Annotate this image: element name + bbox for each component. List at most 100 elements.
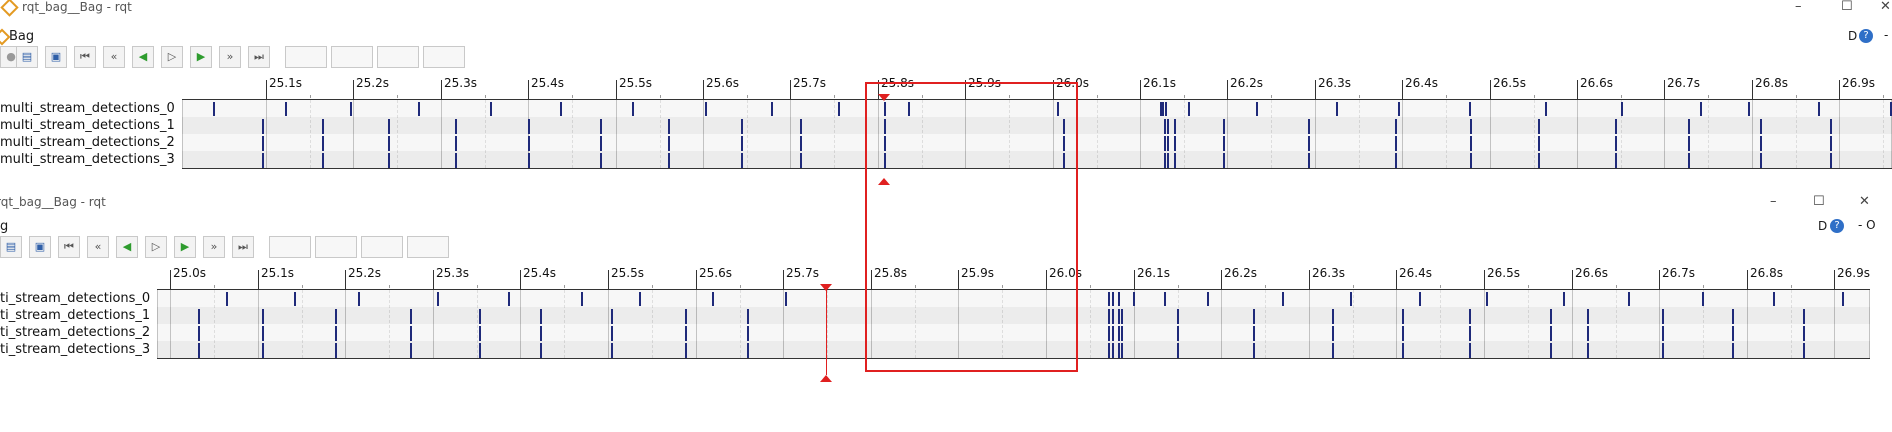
fastforward-icon: » [226,50,234,63]
time-tick-label: 26.8s [1750,266,1783,280]
message-mark [1760,153,1762,168]
message-mark [540,343,542,358]
options-button[interactable]: - [1884,28,1888,42]
time-tick-label: 26.4s [1405,76,1438,90]
rewind-icon: « [110,50,118,63]
message-mark [350,102,352,116]
close-button[interactable]: ✕ [1880,0,1891,14]
window-title: rqt_bag__Bag - rqt [0,195,106,209]
begin-icon: ⏮ [80,50,90,63]
message-mark [1395,119,1397,134]
end-button[interactable]: ⏭ [232,236,254,258]
topic-label: multi_stream_detections_3 [0,152,175,167]
dock-button[interactable]: D [1818,219,1827,233]
message-mark [1662,326,1664,341]
message-mark [1760,136,1762,151]
message-mark [262,343,264,358]
fastforward-icon: » [210,240,218,253]
save-button[interactable]: ▤ [16,46,38,68]
message-mark [1662,309,1664,324]
message-mark [262,153,264,168]
toolbar-field[interactable] [269,236,311,258]
toolbar-field[interactable] [423,46,465,68]
maximize-button[interactable]: ☐ [1841,0,1853,14]
toolbar-field[interactable] [315,236,357,258]
message-mark [455,153,457,168]
message-mark [1563,292,1565,306]
message-mark [668,136,670,151]
maximize-button[interactable]: ☐ [1813,194,1825,209]
message-mark [455,119,457,134]
back-icon: ◀ [122,240,132,253]
playhead-bottom-marker[interactable] [820,375,832,382]
app-logo-icon [0,0,19,17]
rewind-button[interactable]: « [87,236,109,258]
message-mark [1402,326,1404,341]
begin-button[interactable]: ⏮ [58,236,80,258]
message-mark [1253,326,1255,341]
message-mark [1177,343,1179,358]
end-icon: ⏭ [254,50,264,63]
time-tick-label: 25.7s [786,266,819,280]
end-button[interactable]: ⏭ [248,46,270,68]
back-button[interactable]: ◀ [132,46,154,68]
message-mark [322,119,324,134]
message-mark [705,102,707,116]
message-mark [639,292,641,306]
forward-button[interactable]: ▶ [190,46,212,68]
message-mark [410,326,412,341]
message-mark [1469,102,1471,116]
time-tick-label: 25.2s [348,266,381,280]
message-mark [1112,343,1114,358]
dock-button[interactable]: D [1848,29,1857,43]
time-tick-label: 25.1s [261,266,294,280]
load-button[interactable]: ▣ [45,46,67,68]
toolbar-field[interactable] [331,46,373,68]
time-tick-label: 25.4s [531,76,564,90]
save-button[interactable]: ▤ [0,236,22,258]
help-icon[interactable]: ? [1830,219,1844,233]
message-mark [479,326,481,341]
message-mark [1188,102,1190,116]
time-tick-label: 25.4s [523,266,556,280]
message-mark [1398,102,1400,116]
toolbar-field[interactable] [285,46,327,68]
toolbar-field[interactable] [361,236,403,258]
message-mark [785,292,787,306]
message-mark [1803,309,1805,324]
begin-button[interactable]: ⏮ [74,46,96,68]
load-button[interactable]: ▣ [29,236,51,258]
save-icon: ▤ [21,50,33,63]
time-tick-label: 26.5s [1493,76,1526,90]
time-tick-label: 26.2s [1224,266,1257,280]
message-mark [262,326,264,341]
time-tick-label: 25.6s [699,266,732,280]
close-button[interactable]: ✕ [1859,194,1870,209]
topic-label: ti_stream_detections_0 [0,291,151,306]
minimize-button[interactable]: – [1770,194,1777,209]
message-mark [1174,119,1176,134]
forward-button[interactable]: ▶ [174,236,196,258]
back-button[interactable]: ◀ [116,236,138,258]
message-mark [741,119,743,134]
minimize-button[interactable]: – [1795,0,1802,14]
play-button[interactable]: ▷ [145,236,167,258]
rewind-button[interactable]: « [103,46,125,68]
toolbar-field[interactable] [407,236,449,258]
fastforward-button[interactable]: » [203,236,225,258]
end-icon: ⏭ [238,240,248,253]
toolbar-field[interactable] [377,46,419,68]
message-mark [712,292,714,306]
playhead-line [826,290,827,375]
message-mark [1545,102,1547,116]
help-icon[interactable]: ? [1859,29,1873,43]
message-mark [741,136,743,151]
fastforward-button[interactable]: » [219,46,241,68]
message-mark [418,102,420,116]
options-button[interactable]: - O [1858,218,1876,232]
message-mark [1732,309,1734,324]
play-button[interactable]: ▷ [161,46,183,68]
message-mark [1615,119,1617,134]
time-tick-label: 26.9s [1837,266,1870,280]
message-mark [1486,292,1488,306]
